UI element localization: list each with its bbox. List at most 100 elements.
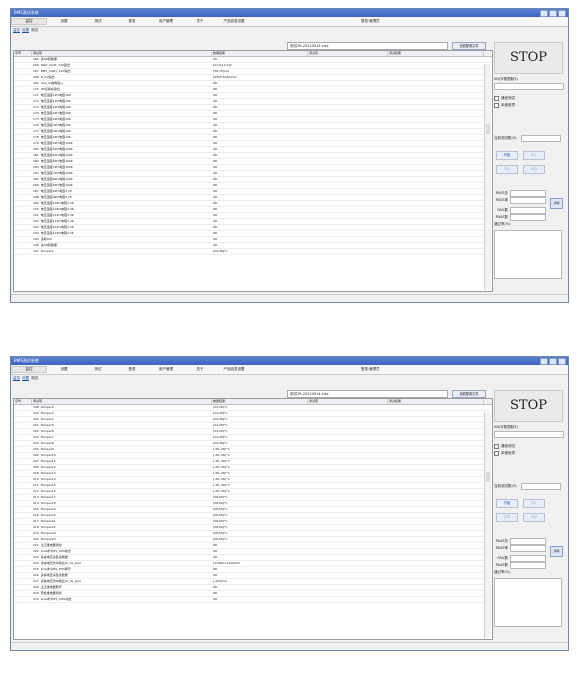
menu-item-test[interactable]: 测试	[81, 367, 115, 372]
row-number: ·	[18, 513, 19, 517]
table-row[interactable]: · 230 bms命令HS_CHG动合 OK	[14, 597, 492, 603]
menu-item-monitor[interactable]: 监控	[11, 18, 47, 25]
sn-input[interactable]	[494, 431, 564, 438]
stop-button[interactable]: 停止	[523, 151, 545, 160]
column-header-no[interactable]: 序号	[14, 51, 32, 56]
row-test-item: 187 电压温度9#1电阻3.7K	[32, 189, 212, 194]
close-icon[interactable]	[558, 357, 566, 365]
column-header-item[interactable]: 测试项	[32, 51, 212, 56]
load-config-button[interactable]: 加载配置文件	[452, 42, 486, 50]
sn-input[interactable]	[494, 83, 564, 90]
menu-item-monitor[interactable]: 监控	[11, 366, 47, 373]
row-number: ·	[18, 147, 19, 151]
row-no: 194	[33, 231, 39, 235]
tab-test[interactable]: 测试	[31, 28, 38, 33]
load-config-button[interactable]: 加载配置文件	[452, 390, 486, 398]
resume-button[interactable]: 继续	[523, 513, 545, 522]
row-item-label: chg_on继电输入	[40, 81, 64, 85]
maximize-icon[interactable]	[549, 9, 557, 17]
column-header-item[interactable]: 测试项	[32, 399, 212, 404]
maximize-icon[interactable]	[549, 357, 557, 365]
checkbox-unused[interactable]: 未使用项	[494, 451, 564, 456]
minimize-icon[interactable]	[540, 9, 548, 17]
test-count-row: 当前测试数(Y):	[494, 483, 564, 490]
clear-button[interactable]: 清除	[550, 198, 563, 209]
resume-button[interactable]: 继续	[523, 165, 545, 174]
pause-button[interactable]: 暂停	[496, 165, 518, 174]
row-data-result: OK	[213, 573, 218, 577]
start-button[interactable]: 开始	[496, 499, 518, 508]
row-data-result: OK	[213, 135, 218, 139]
column-header-value[interactable]: 测试值	[308, 51, 388, 56]
table-scrollbar[interactable]	[484, 412, 491, 638]
row-test-result	[388, 177, 484, 182]
row-no: 220	[33, 537, 39, 541]
log-output[interactable]	[494, 230, 562, 279]
row-no: 191	[33, 213, 39, 217]
row-test-value	[308, 219, 388, 224]
row-data-result: OK	[213, 189, 218, 193]
row-test-result	[388, 543, 484, 548]
tab-settings[interactable]: 设置	[22, 376, 29, 381]
stop-button[interactable]: 停止	[523, 499, 545, 508]
row-no: 215	[33, 507, 39, 511]
row-data-result: [-28,-26]°C	[213, 453, 230, 457]
checkbox-comm-test[interactable]: 通信测试	[494, 444, 564, 449]
menu-item-product-info[interactable]: 产品信息设置	[217, 19, 251, 24]
menu-item-user-management[interactable]: 用户管理	[149, 367, 183, 372]
menu-item-settings[interactable]: 设置	[47, 19, 81, 24]
row-number: ·	[18, 171, 19, 175]
row-test-value	[308, 417, 388, 422]
column-header-data[interactable]: 数据结果	[212, 51, 308, 56]
menu-item-user-management[interactable]: 用户管理	[149, 19, 183, 24]
menu-item-about[interactable]: 关于	[183, 19, 217, 24]
menu-item-settings[interactable]: 设置	[47, 367, 81, 372]
close-icon[interactable]	[558, 9, 566, 17]
clear-button[interactable]: 清除	[550, 546, 563, 557]
table-scrollbar[interactable]	[484, 64, 491, 290]
column-header-data[interactable]: 数据结果	[212, 399, 308, 404]
pass-total-label: PASS总	[495, 191, 508, 195]
tab-monitor[interactable]: 监控	[13, 28, 20, 33]
config-file-field[interactable]: 测试36-20220914.xlsx	[287, 42, 448, 50]
tab-monitor[interactable]: 监控	[13, 376, 20, 381]
row-test-item: 197 Temper1	[32, 249, 212, 254]
checkbox-icon[interactable]	[494, 451, 499, 456]
menu-item-product-info[interactable]: 产品信息设置	[217, 367, 251, 372]
column-header-result[interactable]: 测试结果	[388, 399, 484, 404]
checkbox-unused[interactable]: 未使用项	[494, 103, 564, 108]
table-row[interactable]: · 197 Temper1 [24,28]°C	[14, 249, 492, 255]
minimize-icon[interactable]	[540, 357, 548, 365]
checkbox-icon[interactable]	[494, 96, 499, 101]
test-count-input[interactable]	[520, 483, 561, 490]
row-test-value	[308, 165, 388, 170]
config-file-field[interactable]: 测试36-20220914.xlsx	[287, 390, 448, 398]
test-count-input[interactable]	[520, 135, 561, 142]
row-data-result: [24,28]°C	[213, 441, 228, 445]
row-test-result	[388, 249, 484, 254]
start-button[interactable]: 开始	[496, 151, 518, 160]
tab-test[interactable]: 测试	[31, 376, 38, 381]
menu-item-login[interactable]: 登录	[115, 19, 149, 24]
checkbox-icon[interactable]	[494, 444, 499, 449]
column-header-no[interactable]: 序号	[14, 399, 32, 404]
row-item-label: 电压温度11#1电阻3.3K	[40, 213, 74, 217]
tab-settings[interactable]: 设置	[22, 28, 29, 33]
log-output[interactable]	[494, 578, 562, 627]
checkbox-icon[interactable]	[494, 103, 499, 108]
row-data-result: OK	[213, 591, 218, 595]
menu-item-login[interactable]: 登录	[115, 367, 149, 372]
row-test-result	[388, 111, 484, 116]
pause-button[interactable]: 暂停	[496, 513, 518, 522]
menu-item-test[interactable]: 测试	[81, 19, 115, 24]
column-header-result[interactable]: 测试结果	[388, 51, 484, 56]
row-item-label: ROD_VoUT_12V输出	[40, 63, 71, 67]
checkbox-comm-test[interactable]: 通信测试	[494, 96, 564, 101]
scrollbar-thumb[interactable]	[486, 124, 490, 134]
row-no: 230	[33, 597, 39, 601]
row-number: ·	[18, 141, 19, 145]
menu-item-about[interactable]: 关于	[183, 367, 217, 372]
scrollbar-thumb[interactable]	[486, 472, 490, 482]
row-number: ·	[18, 57, 19, 61]
column-header-value[interactable]: 测试值	[308, 399, 388, 404]
